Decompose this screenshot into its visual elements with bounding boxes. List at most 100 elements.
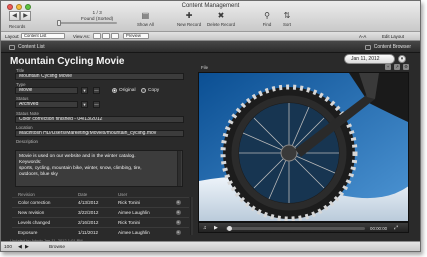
content-browser-label: Content Browser [373,44,411,50]
record-count: 1 / 3 Found (Sorted) [81,11,113,22]
zoom-out-icon[interactable]: ◀ [18,245,22,250]
copy-radio-label: Copy [148,88,160,93]
user-cell: Rick Tonini [118,220,141,225]
go-to-revision-icon[interactable]: ▸ [176,210,181,215]
status-note-field[interactable]: Color correction finished - 04/13/2012 [15,116,184,123]
volume-icon[interactable]: ♫ [203,225,207,231]
date-dropdown-icon[interactable]: ▾ [398,55,406,63]
window-title: Content Management [181,3,240,9]
new-record-button[interactable]: ✚ New Record [177,10,201,27]
show-all-button[interactable]: ▤ Show All [137,10,154,27]
content-list-icon [9,44,15,50]
toolbar: Content Management ◀ ▶ Records 1 / 3 Fou… [1,1,420,32]
records-label: Records [9,24,26,29]
show-all-icon: ▤ [141,11,150,20]
layout-select[interactable]: Content List [21,33,65,39]
show-all-label: Show All [137,22,154,27]
delete-record-button[interactable]: ✖ Delete Record [207,10,235,27]
status-clear-icon[interactable]: — [93,101,100,108]
original-radio-label: Original [119,88,136,93]
record-navigation: ◀ ▶ [9,11,31,21]
table-row[interactable]: Exposure 1/11/2012 Aimee Laughlin ▸ [12,227,189,237]
revision-cell: Levels changed [18,220,51,225]
layout-bar: Layout: Content List View As: Preview A‑… [1,32,420,41]
view-as-form-button[interactable] [93,33,101,39]
next-record-button[interactable]: ▶ [20,11,31,21]
title-field[interactable]: Mountain Cycling Movie [15,73,184,80]
delete-record-label: Delete Record [207,22,236,27]
find-label: Find [262,22,272,27]
content-list-label: Content List [18,44,45,50]
video-frame[interactable] [198,72,409,222]
preview-button[interactable]: Preview [123,33,149,39]
video-scrubber[interactable] [226,227,365,230]
revision-table-header: Revision Date User [12,190,189,197]
zoom-in-icon[interactable]: ▶ [25,245,29,250]
new-record-icon: ✚ [185,11,193,20]
fullscreen-icon[interactable]: ⤢ [394,225,398,231]
keywords-line-2: outdoors, blue sky [19,172,58,177]
go-to-revision-icon[interactable]: ▸ [176,200,181,205]
new-record-label: New Record [177,22,202,27]
date-button[interactable]: Jan 11, 2012 [344,54,395,64]
table-row[interactable]: New revision 3/22/2012 Aimee Laughlin ▸ [12,207,189,217]
edit-layout-button[interactable]: Edit Layout [382,34,404,39]
type-field[interactable]: Movie [15,87,78,94]
mountain-bike-image [199,73,408,221]
user-cell: Aimee Laughlin [118,230,150,235]
sort-label: Sort [282,22,292,27]
media-settings-icon[interactable]: ⚙ [403,64,409,70]
user-cell: Aimee Laughlin [118,210,150,215]
view-as-label: View As: [73,34,90,39]
found-label: Found (Sorted) [81,16,114,22]
media-tools: + ↗ ⚙ [385,64,409,70]
view-as-list-button[interactable] [102,33,110,39]
mode-label: Browse [49,245,65,250]
video-time: 00:00:00 [370,226,388,231]
revision-cell: New revision [18,210,45,215]
original-radio-dot[interactable] [112,88,117,93]
date-cell: 1/11/2012 [78,230,99,235]
play-icon[interactable]: ▶ [214,225,218,231]
content-browser-tab[interactable]: Content Browser [364,44,411,50]
copy-radio-dot[interactable] [141,88,146,93]
revision-cell: Exposure [18,230,38,235]
record-title: Mountain Cycling Movie [10,56,125,67]
view-as-table-button[interactable] [111,33,119,39]
revision-table: Revision Date User Color correction 4/13… [12,190,189,237]
content-browser-icon [364,44,371,50]
find-button[interactable]: ⚲ Find [260,10,274,27]
revision-scrollbar[interactable] [190,197,193,235]
sort-button[interactable]: ⇅ Sort [280,10,294,27]
zoom-level[interactable]: 100 [4,245,12,250]
revision-cell: Color correction [18,200,51,205]
table-row[interactable]: Levels changed 2/16/2012 Rick Tonini ▸ [12,217,189,227]
content-header: Content List Content Browser [1,41,420,53]
date-cell: 2/16/2012 [78,220,99,225]
previous-record-button[interactable]: ◀ [9,11,20,21]
media-controls: ♫ ▶ 00:00:00 ⤢ [198,222,409,233]
location-field[interactable]: Macintosh HD/Users/Marketing/Movies/moun… [15,130,184,137]
table-row[interactable]: Color correction 4/13/2012 Rick Tonini ▸ [12,197,189,207]
user-cell: Rick Tonini [118,200,141,205]
type-clear-icon[interactable]: — [93,87,100,94]
go-to-revision-icon[interactable]: ▸ [176,230,181,235]
export-file-icon[interactable]: ↗ [394,64,400,70]
type-popup-icon[interactable]: ▾ [81,87,88,94]
content-list-tab[interactable]: Content List [9,44,45,50]
status-popup-icon[interactable]: ▾ [81,101,88,108]
description-scrollbar[interactable] [177,151,181,186]
file-label: File [201,65,209,70]
layout-label: Layout: [5,34,20,39]
go-to-revision-icon[interactable]: ▸ [176,220,181,225]
status-field[interactable]: Archived [15,101,78,108]
delete-record-icon: ✖ [217,11,225,20]
text-format-button[interactable]: A‑A [359,34,366,39]
record-slider-knob[interactable] [57,20,61,26]
description-field[interactable]: Movie is used on our website and in the … [15,150,183,187]
scrubber-knob[interactable] [227,226,232,231]
record-slider[interactable] [57,22,117,24]
copy-radio[interactable]: Copy [141,88,159,93]
insert-file-icon[interactable]: + [385,64,391,70]
original-radio[interactable]: Original [112,88,136,93]
